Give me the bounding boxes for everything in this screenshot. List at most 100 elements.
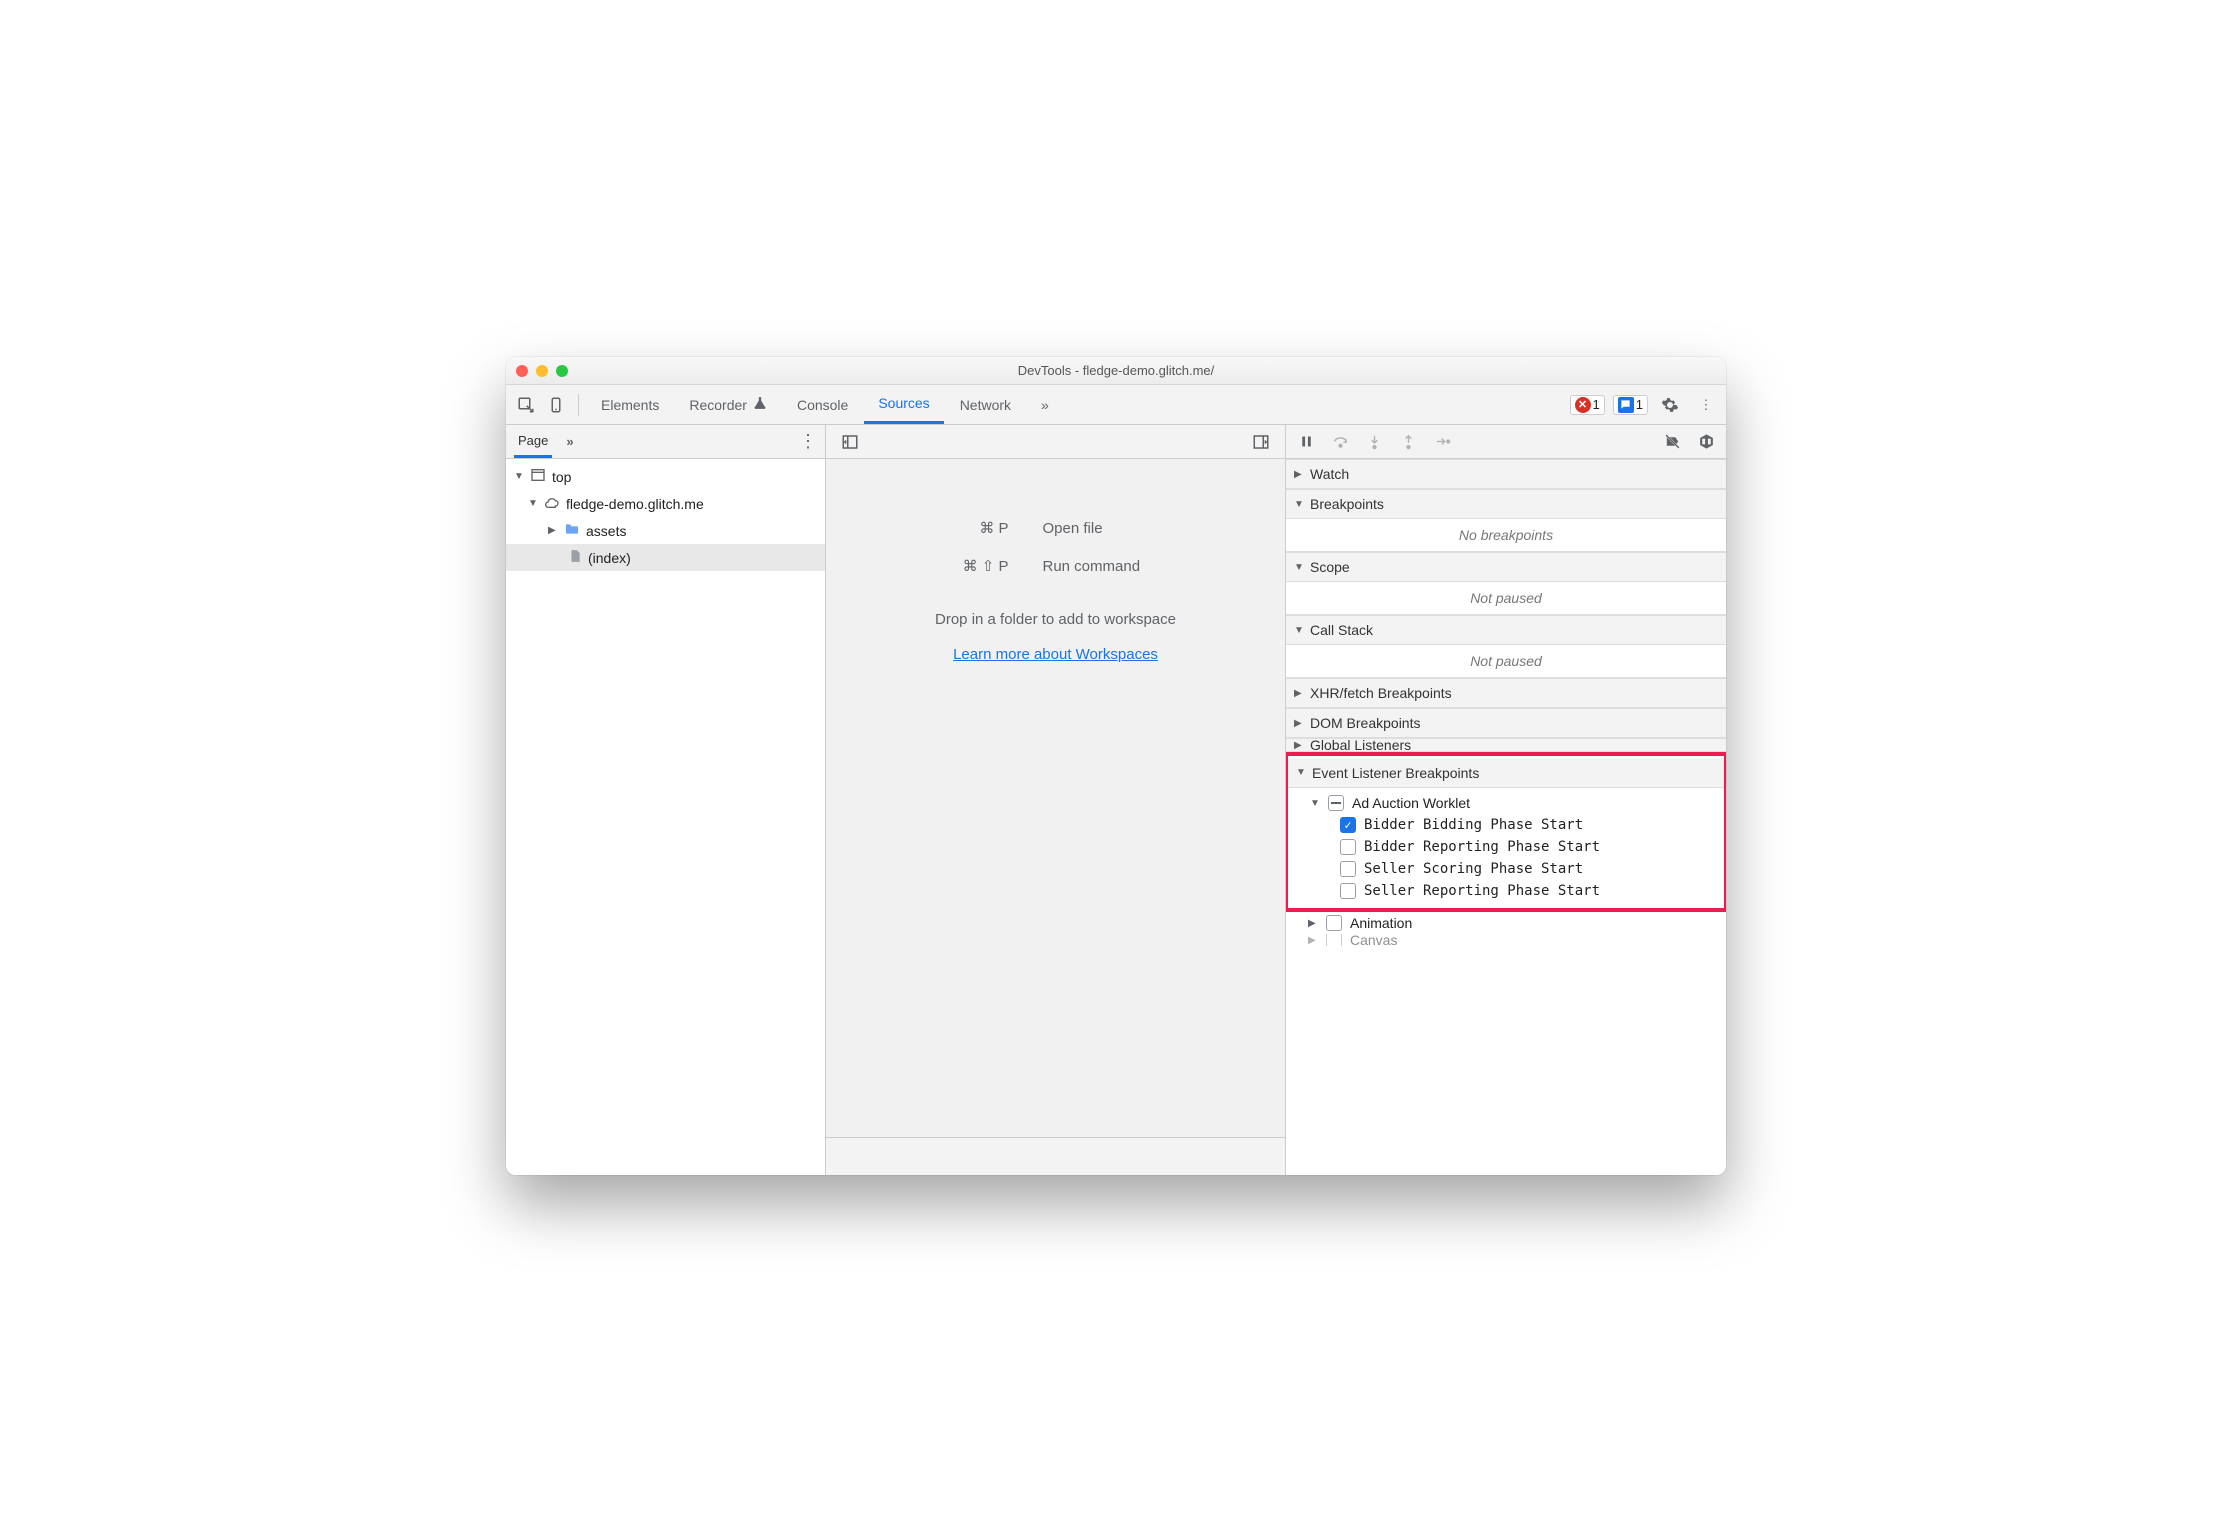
pane-global-label: Global Listeners <box>1310 738 1411 752</box>
step-into-icon[interactable] <box>1360 428 1388 456</box>
open-file-label: Open file <box>1043 520 1223 537</box>
show-debugger-icon[interactable] <box>1247 428 1275 456</box>
event-item-3[interactable]: Seller Reporting Phase Start <box>1288 880 1724 902</box>
errors-badge[interactable]: ✕ 1 <box>1570 395 1605 415</box>
debugger-pane: ▶Watch ▼Breakpoints No breakpoints ▼Scop… <box>1286 425 1726 1175</box>
tab-network[interactable]: Network <box>946 385 1025 424</box>
device-toolbar-icon[interactable] <box>542 391 570 419</box>
tree-folder-label: assets <box>586 523 626 539</box>
window-icon <box>530 467 546 486</box>
nav-tabs-overflow[interactable]: » <box>566 434 573 449</box>
event-group-animation[interactable]: ▶ Animation <box>1286 912 1726 934</box>
ad-auction-worklet-group: ▼ Ad Auction Worklet Bidder Bidding Phas… <box>1288 788 1724 906</box>
debugger-toolbar <box>1286 425 1726 459</box>
tabs-overflow[interactable]: » <box>1027 385 1063 424</box>
event-group-canvas[interactable]: ▶ Canvas <box>1286 934 1726 946</box>
deactivate-breakpoints-icon[interactable] <box>1658 428 1686 456</box>
pane-dom-breakpoints[interactable]: ▶DOM Breakpoints <box>1286 708 1726 738</box>
group-checkbox-indeterminate[interactable] <box>1328 795 1344 811</box>
more-menu-icon[interactable]: ⋮ <box>1692 391 1720 419</box>
run-command-hint: ⌘ ⇧ P Run command <box>889 557 1223 575</box>
expand-icon: ▼ <box>528 498 538 509</box>
pane-event-listener-label: Event Listener Breakpoints <box>1312 765 1479 781</box>
tree-top-frame[interactable]: ▼ top <box>506 463 825 490</box>
scope-empty: Not paused <box>1286 582 1726 615</box>
tree-file-index[interactable]: (index) <box>506 544 825 571</box>
devtools-window: DevTools - fledge-demo.glitch.me/ Elemen… <box>506 357 1726 1175</box>
step-out-icon[interactable] <box>1394 428 1422 456</box>
pane-callstack-label: Call Stack <box>1310 622 1373 638</box>
tab-recorder[interactable]: Recorder <box>675 385 781 424</box>
event-item-1[interactable]: Bidder Reporting Phase Start <box>1288 836 1724 858</box>
tree-top-label: top <box>552 469 571 485</box>
pane-xhr-breakpoints[interactable]: ▶XHR/fetch Breakpoints <box>1286 678 1726 708</box>
editor-footer <box>826 1137 1285 1175</box>
show-navigator-icon[interactable] <box>836 428 864 456</box>
collapse-icon: ▶ <box>548 525 558 536</box>
tab-sources[interactable]: Sources <box>864 385 943 424</box>
tab-elements[interactable]: Elements <box>587 385 673 424</box>
messages-badge[interactable]: 1 <box>1613 395 1648 415</box>
event-checkbox[interactable] <box>1340 817 1356 833</box>
expand-icon: ▼ <box>1310 798 1320 809</box>
tree-domain-label: fledge-demo.glitch.me <box>566 496 704 512</box>
pause-resume-icon[interactable] <box>1292 428 1320 456</box>
nav-tab-page[interactable]: Page <box>514 425 552 458</box>
event-item-2[interactable]: Seller Scoring Phase Start <box>1288 858 1724 880</box>
navigator-pane: Page » ⋮ ▼ top ▼ fledge-demo.glitch.me ▶ <box>506 425 826 1175</box>
navigator-tabs: Page » ⋮ <box>506 425 825 459</box>
step-icon[interactable] <box>1428 428 1456 456</box>
event-item-label: Bidder Bidding Phase Start <box>1364 817 1583 833</box>
pane-scope-label: Scope <box>1310 559 1350 575</box>
event-canvas-label: Canvas <box>1350 934 1397 946</box>
nav-options-icon[interactable]: ⋮ <box>799 431 817 452</box>
tree-domain[interactable]: ▼ fledge-demo.glitch.me <box>506 490 825 517</box>
editor-pane: ⌘ P Open file ⌘ ⇧ P Run command Drop in … <box>826 425 1286 1175</box>
sources-panel: Page » ⋮ ▼ top ▼ fledge-demo.glitch.me ▶ <box>506 425 1726 1175</box>
tree-folder-assets[interactable]: ▶ assets <box>506 517 825 544</box>
run-command-label: Run command <box>1043 558 1223 575</box>
settings-icon[interactable] <box>1656 391 1684 419</box>
pane-scope[interactable]: ▼Scope <box>1286 552 1726 582</box>
pane-xhr-label: XHR/fetch Breakpoints <box>1310 685 1452 701</box>
messages-count: 1 <box>1636 397 1643 412</box>
event-checkbox[interactable] <box>1340 883 1356 899</box>
callstack-empty: Not paused <box>1286 645 1726 678</box>
event-animation-label: Animation <box>1350 915 1412 931</box>
editor-placeholder: ⌘ P Open file ⌘ ⇧ P Run command Drop in … <box>826 459 1285 1137</box>
inspect-element-icon[interactable] <box>512 391 540 419</box>
tab-console[interactable]: Console <box>783 385 862 424</box>
cloud-icon <box>544 494 560 513</box>
breakpoints-empty: No breakpoints <box>1286 519 1726 552</box>
main-tab-bar: Elements Recorder Console Sources Networ… <box>506 385 1726 425</box>
window-title: DevTools - fledge-demo.glitch.me/ <box>506 363 1726 378</box>
pane-dom-label: DOM Breakpoints <box>1310 715 1420 731</box>
event-item-label: Seller Reporting Phase Start <box>1364 883 1600 899</box>
step-over-icon[interactable] <box>1326 428 1354 456</box>
window-titlebar: DevTools - fledge-demo.glitch.me/ <box>506 357 1726 385</box>
event-item-0[interactable]: Bidder Bidding Phase Start <box>1288 814 1724 836</box>
message-icon <box>1618 397 1634 413</box>
event-checkbox[interactable] <box>1340 861 1356 877</box>
group-checkbox[interactable] <box>1326 915 1342 931</box>
pane-breakpoints[interactable]: ▼Breakpoints <box>1286 489 1726 519</box>
pause-on-exceptions-icon[interactable] <box>1692 428 1720 456</box>
tree-file-label: (index) <box>588 550 631 566</box>
pane-global-listeners[interactable]: ▶Global Listeners <box>1286 738 1726 752</box>
workspace-drop-hint: Drop in a folder to add to workspace <box>935 611 1176 628</box>
pane-watch[interactable]: ▶Watch <box>1286 459 1726 489</box>
group-checkbox[interactable] <box>1326 934 1342 946</box>
pane-breakpoints-label: Breakpoints <box>1310 496 1384 512</box>
learn-workspaces-link[interactable]: Learn more about Workspaces <box>953 646 1158 663</box>
status-badges: ✕ 1 1 ⋮ <box>1570 391 1720 419</box>
file-icon <box>568 548 582 567</box>
event-group-ad-auction[interactable]: ▼ Ad Auction Worklet <box>1288 792 1724 814</box>
editor-tab-bar <box>826 425 1285 459</box>
pane-callstack[interactable]: ▼Call Stack <box>1286 615 1726 645</box>
collapse-icon: ▶ <box>1308 918 1318 929</box>
event-checkbox[interactable] <box>1340 839 1356 855</box>
tab-recorder-label: Recorder <box>689 397 747 413</box>
pane-watch-label: Watch <box>1310 466 1349 482</box>
event-item-label: Bidder Reporting Phase Start <box>1364 839 1600 855</box>
pane-event-listener-breakpoints[interactable]: ▼Event Listener Breakpoints <box>1288 758 1724 788</box>
